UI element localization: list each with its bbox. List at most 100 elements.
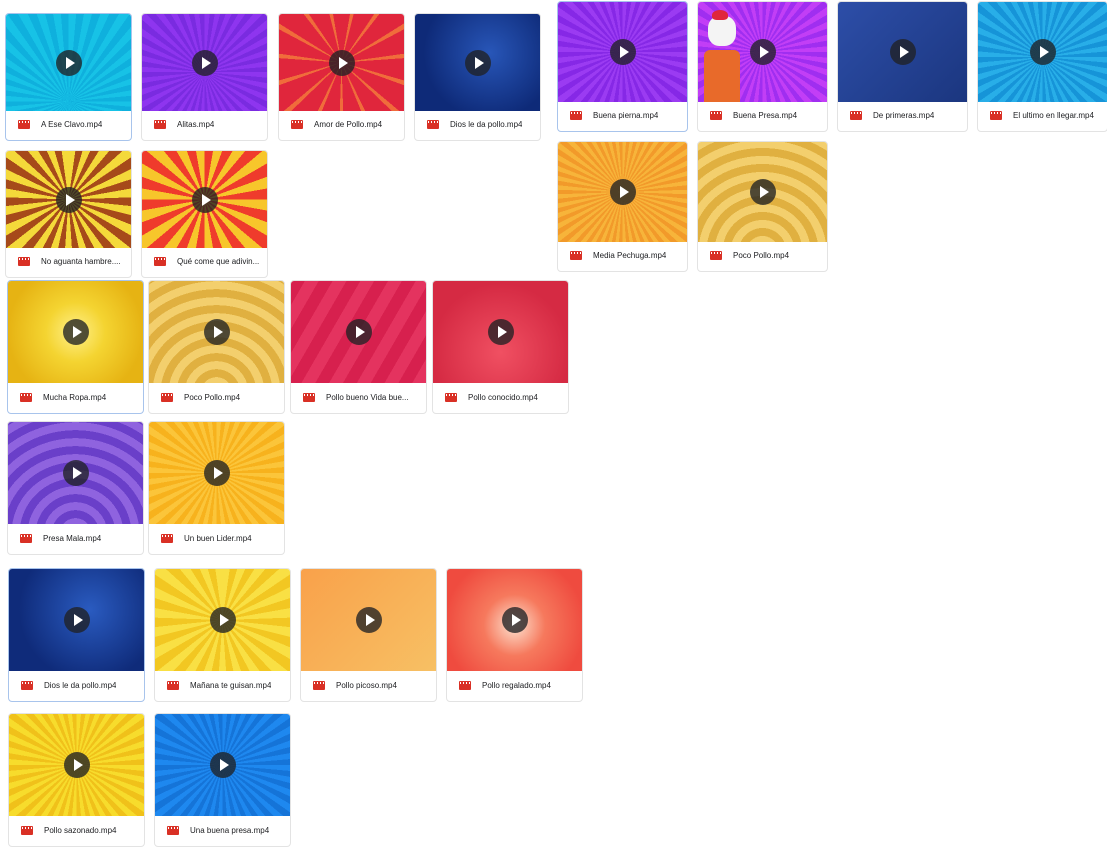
- play-icon[interactable]: [63, 607, 90, 633]
- video-thumbnail[interactable]: [558, 142, 687, 242]
- file-card[interactable]: Pollo bueno Vida bue...: [290, 280, 427, 414]
- play-icon[interactable]: [609, 179, 636, 205]
- video-file-icon: [427, 120, 439, 129]
- chicken-mascot-image: [702, 10, 742, 102]
- play-icon[interactable]: [749, 179, 776, 205]
- file-name: El ultimo en llegar.mp4: [1013, 111, 1094, 120]
- video-thumbnail[interactable]: [978, 2, 1107, 102]
- video-thumbnail[interactable]: [9, 569, 144, 671]
- file-card[interactable]: De primeras.mp4: [837, 1, 968, 132]
- video-file-icon: [18, 120, 30, 129]
- play-icon[interactable]: [355, 607, 382, 633]
- video-file-icon: [154, 257, 166, 266]
- video-file-icon: [167, 680, 179, 690]
- video-thumbnail[interactable]: [301, 569, 436, 671]
- video-file-icon: [154, 120, 166, 129]
- video-thumbnail[interactable]: [415, 14, 540, 111]
- file-name: Media Pechuga.mp4: [593, 251, 667, 260]
- file-name: Una buena presa.mp4: [190, 825, 270, 835]
- file-name: Poco Pollo.mp4: [733, 251, 790, 260]
- file-card[interactable]: Una buena presa.mp4: [154, 713, 291, 847]
- video-file-icon: [291, 120, 303, 129]
- video-thumbnail[interactable]: [447, 569, 582, 671]
- video-file-icon: [313, 680, 325, 690]
- file-card[interactable]: Amor de Pollo.mp4: [278, 13, 405, 141]
- file-name: Mucha Ropa.mp4: [43, 392, 107, 402]
- play-icon[interactable]: [209, 752, 236, 778]
- play-icon[interactable]: [609, 39, 636, 65]
- video-thumbnail[interactable]: [142, 151, 267, 248]
- video-file-icon: [167, 825, 179, 835]
- file-name: De primeras.mp4: [873, 111, 935, 120]
- file-card[interactable]: Mañana te guisan.mp4: [154, 568, 291, 702]
- file-name: Un buen Lider.mp4: [184, 533, 252, 543]
- video-file-icon: [710, 251, 722, 260]
- file-card[interactable]: Dios le da pollo.mp4: [414, 13, 541, 141]
- file-card[interactable]: Dios le da pollo.mp4: [8, 568, 145, 702]
- file-name: Qué come que adivin...: [177, 257, 260, 266]
- play-icon[interactable]: [203, 319, 230, 345]
- play-icon[interactable]: [345, 319, 372, 345]
- play-icon[interactable]: [191, 186, 218, 213]
- play-icon[interactable]: [62, 319, 89, 345]
- file-card[interactable]: Media Pechuga.mp4: [557, 141, 688, 272]
- video-file-icon: [21, 680, 33, 690]
- file-name: Pollo picoso.mp4: [336, 680, 397, 690]
- file-card[interactable]: Alitas.mp4: [141, 13, 268, 141]
- video-thumbnail[interactable]: [9, 714, 144, 816]
- play-icon[interactable]: [889, 39, 916, 65]
- file-card[interactable]: Qué come que adivin...: [141, 150, 268, 278]
- file-card[interactable]: Pollo regalado.mp4: [446, 568, 583, 702]
- video-thumbnail[interactable]: [433, 281, 568, 383]
- video-thumbnail[interactable]: [838, 2, 967, 102]
- file-name: Pollo conocido.mp4: [468, 392, 538, 402]
- video-thumbnail[interactable]: [155, 569, 290, 671]
- play-icon[interactable]: [328, 49, 355, 76]
- file-name: Pollo regalado.mp4: [482, 680, 551, 690]
- play-icon[interactable]: [55, 186, 82, 213]
- play-icon[interactable]: [62, 460, 89, 486]
- play-icon[interactable]: [191, 49, 218, 76]
- file-name: Presa Mala.mp4: [43, 533, 102, 543]
- file-card[interactable]: A Ese Clavo.mp4: [5, 13, 132, 141]
- file-card[interactable]: Presa Mala.mp4: [7, 421, 144, 555]
- file-name: Buena Presa.mp4: [733, 111, 798, 120]
- video-thumbnail[interactable]: [558, 2, 687, 102]
- video-thumbnail[interactable]: [279, 14, 404, 111]
- file-card[interactable]: Pollo conocido.mp4: [432, 280, 569, 414]
- video-thumbnail[interactable]: [142, 14, 267, 111]
- file-card[interactable]: Mucha Ropa.mp4: [7, 280, 144, 414]
- file-card[interactable]: Un buen Lider.mp4: [148, 421, 285, 555]
- play-icon[interactable]: [464, 49, 491, 76]
- video-thumbnail[interactable]: [291, 281, 426, 383]
- video-thumbnail[interactable]: [698, 2, 827, 102]
- play-icon[interactable]: [203, 460, 230, 486]
- video-thumbnail[interactable]: [155, 714, 290, 816]
- file-card[interactable]: Pollo picoso.mp4: [300, 568, 437, 702]
- video-thumbnail[interactable]: [8, 281, 143, 383]
- video-thumbnail[interactable]: [6, 151, 131, 248]
- file-name: No aguanta hambre....: [41, 257, 121, 266]
- video-thumbnail[interactable]: [8, 422, 143, 524]
- file-card[interactable]: Poco Pollo.mp4: [148, 280, 285, 414]
- play-icon[interactable]: [63, 752, 90, 778]
- file-card[interactable]: No aguanta hambre....: [5, 150, 132, 278]
- file-card[interactable]: Pollo sazonado.mp4: [8, 713, 145, 847]
- file-name: Buena pierna.mp4: [593, 111, 659, 120]
- play-icon[interactable]: [209, 607, 236, 633]
- file-card[interactable]: El ultimo en llegar.mp4: [977, 1, 1107, 132]
- video-thumbnail[interactable]: [6, 14, 131, 111]
- file-card[interactable]: Poco Pollo.mp4: [697, 141, 828, 272]
- video-thumbnail[interactable]: [698, 142, 827, 242]
- video-thumbnail[interactable]: [149, 422, 284, 524]
- play-icon[interactable]: [487, 319, 514, 345]
- play-icon[interactable]: [55, 49, 82, 76]
- file-card[interactable]: Buena pierna.mp4: [557, 1, 688, 132]
- file-card[interactable]: Buena Presa.mp4: [697, 1, 828, 132]
- file-name: Mañana te guisan.mp4: [190, 680, 272, 690]
- play-icon[interactable]: [501, 607, 528, 633]
- video-thumbnail[interactable]: [149, 281, 284, 383]
- play-icon[interactable]: [1029, 39, 1056, 65]
- video-file-icon: [303, 392, 315, 402]
- play-icon[interactable]: [749, 39, 776, 65]
